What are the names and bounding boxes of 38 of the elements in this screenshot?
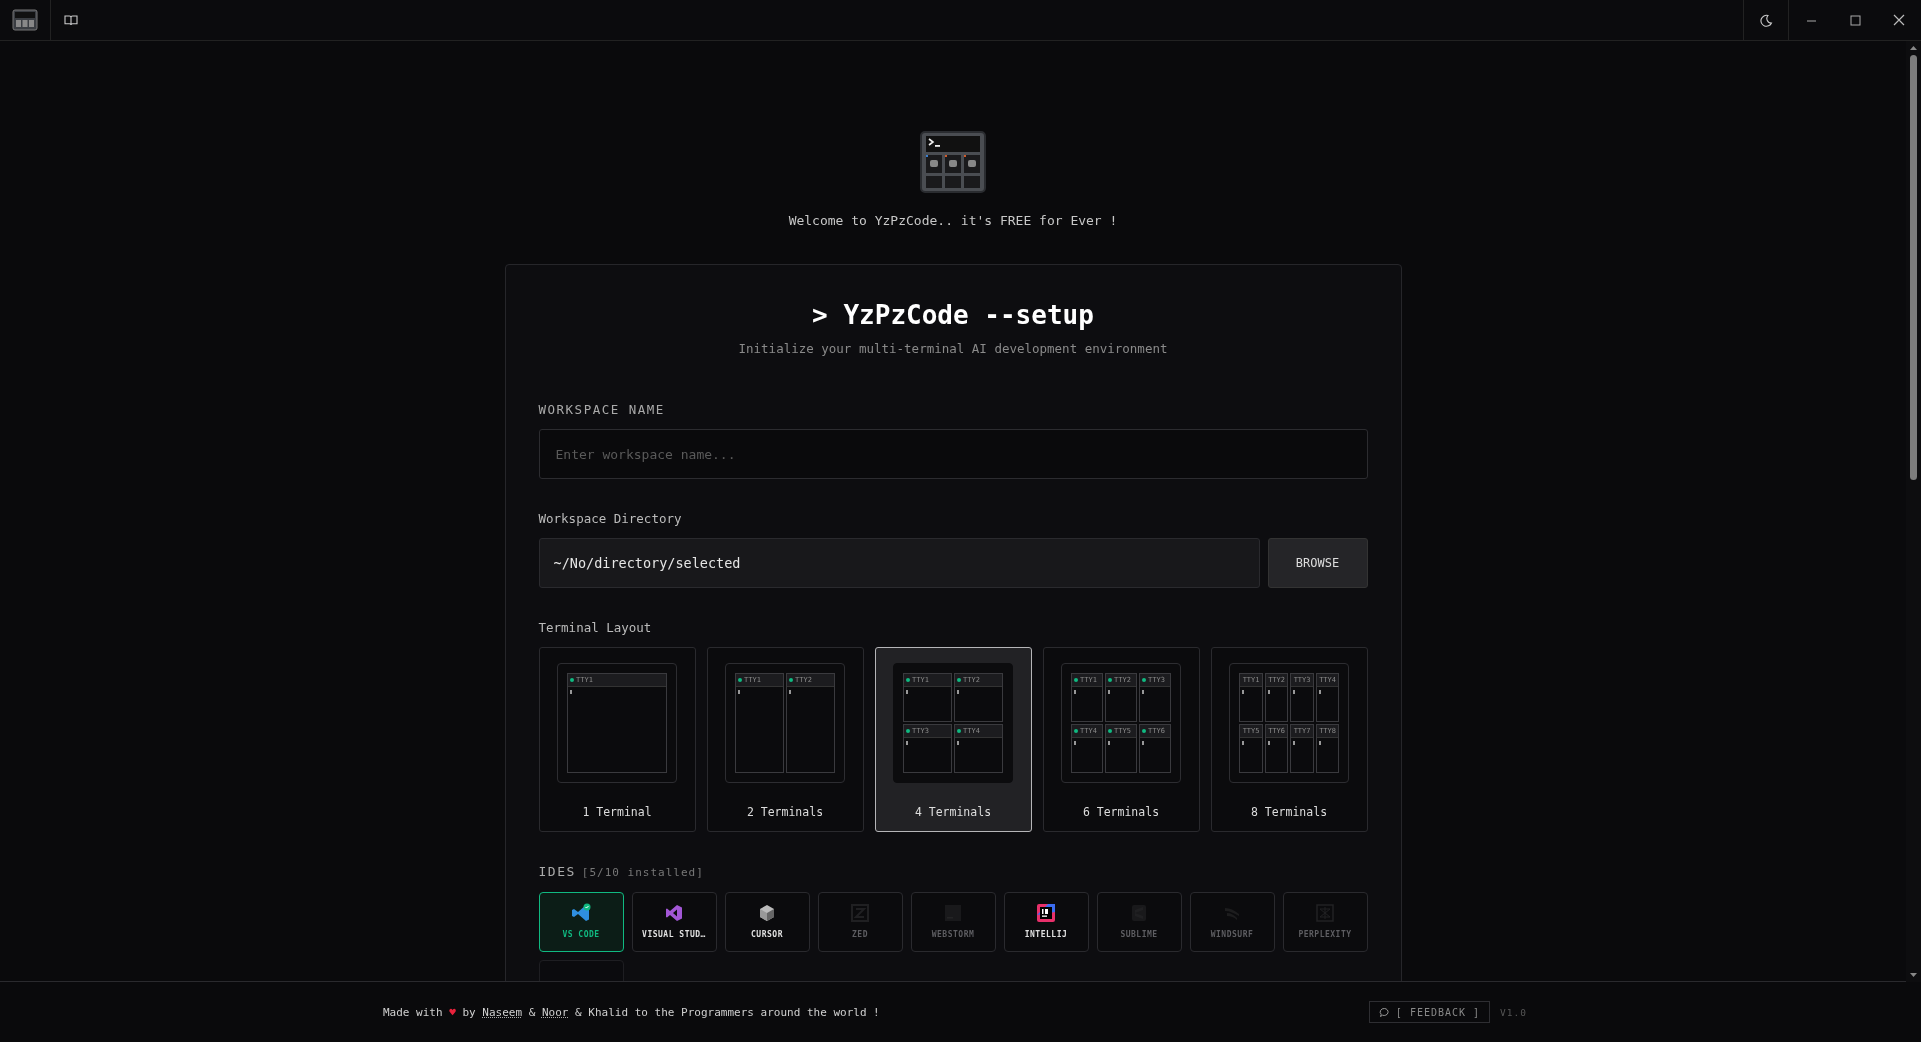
book-icon[interactable] <box>64 14 78 26</box>
cube-icon <box>757 903 777 923</box>
welcome-text: Welcome to YzPzCode.. it's FREE for Ever ! <box>788 212 1118 230</box>
chat-icon <box>1378 1006 1390 1018</box>
ide-option[interactable]: VISUAL STUD… <box>631 892 717 952</box>
setup-subtitle: Initialize your multi-terminal AI development environment <box>737 340 1169 358</box>
directory-field[interactable]: ~/No/directory/selected <box>538 538 1260 588</box>
credit-text: Made with ♥ by Naseem & Noor & Khalid to the Programmers around the world ! <box>383 1005 880 1019</box>
ide-option[interactable]: VS CODE <box>538 892 624 952</box>
author-link[interactable]: Naseem <box>482 1005 523 1019</box>
layout-label: 2 Terminals <box>746 805 824 819</box>
field-label: WORKSPACE NAME <box>538 402 666 418</box>
layout-label: 8 Terminals <box>1250 805 1328 819</box>
square-icon <box>943 903 963 923</box>
version-label: V1.0 <box>1500 1006 1527 1018</box>
section-label: IDES <box>538 864 576 880</box>
maximize-icon[interactable] <box>1849 14 1861 26</box>
app-logo <box>918 129 988 195</box>
ide-option[interactable]: CURSOR <box>724 892 810 952</box>
author-link[interactable]: Noor <box>542 1005 569 1019</box>
layout-label: 1 Terminal <box>582 805 652 819</box>
heart-icon: ♥ <box>449 1005 456 1019</box>
field-label: Workspace Directory <box>538 511 683 527</box>
ide-option[interactable]: INTELLIJ <box>1003 892 1089 952</box>
infinity-icon <box>664 903 684 923</box>
section-label: Terminal Layout <box>538 620 653 636</box>
chevron-icon <box>571 903 591 923</box>
installed-count: [5/10 installed] <box>581 865 704 881</box>
layout-label: 6 Terminals <box>1082 805 1160 819</box>
close-icon[interactable] <box>1893 14 1905 26</box>
layout-label: 4 Terminals <box>914 805 992 819</box>
feedback-button[interactable]: [ FEEDBACK ] <box>1368 1001 1491 1023</box>
app-logo-icon[interactable] <box>12 9 38 31</box>
browse-button[interactable]: BROWSE <box>1267 538 1368 588</box>
setup-title: > YzPzCode --setup <box>812 299 1094 332</box>
square-icon <box>1036 903 1056 923</box>
workspace-name-field[interactable]: Enter workspace name... <box>538 429 1368 479</box>
moon-icon[interactable] <box>1759 13 1773 27</box>
